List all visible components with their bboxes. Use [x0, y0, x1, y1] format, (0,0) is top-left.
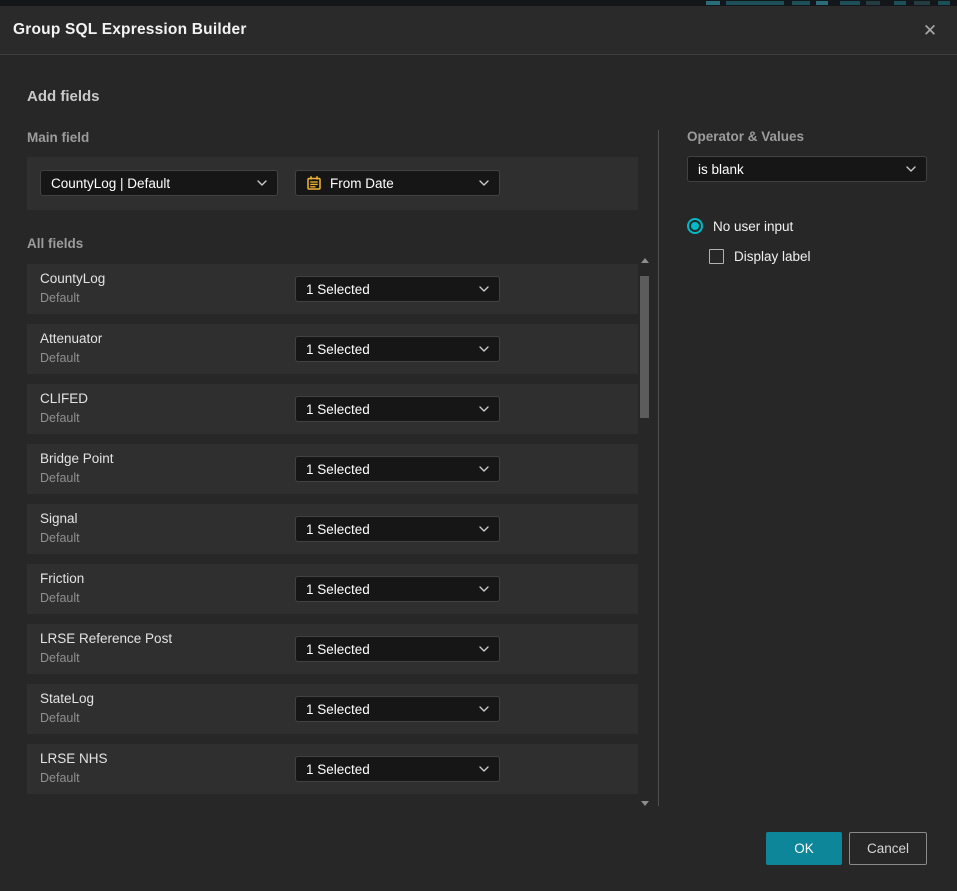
backdrop-fragment [726, 1, 784, 5]
field-row-clifed: CLIFED Default 1 Selected [27, 384, 638, 434]
chevron-down-icon [479, 646, 489, 652]
chevron-down-icon [479, 286, 489, 292]
chevron-down-icon [479, 406, 489, 412]
display-label-text: Display label [734, 249, 811, 264]
main-field-panel: CountyLog | Default From Date [27, 157, 638, 210]
field-selected-dropdown[interactable]: 1 Selected [295, 396, 500, 422]
chevron-down-icon [479, 346, 489, 352]
main-field-source-value: CountyLog | Default [51, 176, 170, 191]
field-selected-dropdown[interactable]: 1 Selected [295, 756, 500, 782]
dialog-title-bar: Group SQL Expression Builder ✕ [0, 6, 957, 55]
backdrop-fragment [792, 1, 810, 5]
field-row-statelog: StateLog Default 1 Selected [27, 684, 638, 734]
field-name: Attenuator [40, 331, 102, 346]
field-selected-value: 1 Selected [306, 342, 370, 357]
chevron-down-icon [906, 166, 916, 172]
field-selected-dropdown[interactable]: 1 Selected [295, 576, 500, 602]
field-selected-value: 1 Selected [306, 282, 370, 297]
field-name: Friction [40, 571, 84, 586]
backdrop-fragment [914, 1, 930, 5]
operator-select[interactable]: is blank [687, 156, 927, 182]
panel-divider [658, 130, 659, 806]
field-name: StateLog [40, 691, 94, 706]
field-name: Signal [40, 511, 78, 526]
field-name: CLIFED [40, 391, 88, 406]
field-selected-value: 1 Selected [306, 402, 370, 417]
field-selected-dropdown[interactable]: 1 Selected [295, 516, 500, 542]
field-row-friction: Friction Default 1 Selected [27, 564, 638, 614]
operator-value: is blank [698, 162, 744, 177]
backdrop-fragment [706, 1, 720, 5]
field-selected-dropdown[interactable]: 1 Selected [295, 456, 500, 482]
field-subtitle: Default [40, 411, 80, 425]
backdrop-fragment [816, 1, 828, 5]
backdrop-fragment [894, 1, 906, 5]
field-selected-dropdown[interactable]: 1 Selected [295, 696, 500, 722]
field-row-attenuator: Attenuator Default 1 Selected [27, 324, 638, 374]
field-name: CountyLog [40, 271, 105, 286]
scroll-down-icon[interactable] [641, 801, 649, 806]
field-row-signal: Signal Default 1 Selected [27, 504, 638, 554]
field-row-countylog: CountyLog Default 1 Selected [27, 264, 638, 314]
chevron-down-icon [479, 766, 489, 772]
backdrop-fragment [840, 1, 860, 5]
scrollbar-thumb[interactable] [640, 276, 649, 418]
radio-selected-icon [687, 218, 703, 234]
field-selected-value: 1 Selected [306, 582, 370, 597]
field-row-lrse-nhs: LRSE NHS Default 1 Selected [27, 744, 638, 794]
backdrop-fragment [866, 1, 880, 5]
chevron-down-icon [257, 180, 267, 186]
field-selected-dropdown[interactable]: 1 Selected [295, 636, 500, 662]
screen: Group SQL Expression Builder ✕ Add field… [0, 0, 957, 891]
field-selected-value: 1 Selected [306, 642, 370, 657]
chevron-down-icon [479, 180, 489, 186]
field-subtitle: Default [40, 711, 80, 725]
field-subtitle: Default [40, 351, 80, 365]
field-row-lrse-reference-post: LRSE Reference Post Default 1 Selected [27, 624, 638, 674]
chevron-down-icon [479, 586, 489, 592]
no-user-input-label: No user input [713, 219, 793, 234]
calendar-icon [306, 175, 322, 191]
chevron-down-icon [479, 526, 489, 532]
close-icon[interactable]: ✕ [920, 20, 940, 40]
field-selected-value: 1 Selected [306, 702, 370, 717]
main-field-label: Main field [27, 130, 89, 145]
main-field-date-select[interactable]: From Date [295, 170, 500, 196]
backdrop-fragment [938, 1, 950, 5]
chevron-down-icon [479, 706, 489, 712]
field-selected-dropdown[interactable]: 1 Selected [295, 336, 500, 362]
field-subtitle: Default [40, 471, 80, 485]
field-selected-value: 1 Selected [306, 522, 370, 537]
field-selected-value: 1 Selected [306, 762, 370, 777]
sql-expression-builder-dialog: Group SQL Expression Builder ✕ Add field… [0, 6, 957, 891]
field-selected-value: 1 Selected [306, 462, 370, 477]
ok-button[interactable]: OK [766, 832, 842, 865]
field-name: Bridge Point [40, 451, 114, 466]
no-user-input-radio[interactable]: No user input [687, 218, 793, 234]
add-fields-heading: Add fields [27, 88, 100, 105]
scroll-up-icon[interactable] [641, 258, 649, 263]
main-field-source-select[interactable]: CountyLog | Default [40, 170, 278, 196]
field-subtitle: Default [40, 291, 80, 305]
display-label-checkbox[interactable]: Display label [709, 249, 811, 264]
all-fields-label: All fields [27, 236, 83, 251]
field-subtitle: Default [40, 591, 80, 605]
checkbox-unchecked-icon [709, 249, 724, 264]
field-subtitle: Default [40, 531, 80, 545]
field-row-bridge-point: Bridge Point Default 1 Selected [27, 444, 638, 494]
field-name: LRSE Reference Post [40, 631, 172, 646]
field-subtitle: Default [40, 651, 80, 665]
dialog-title: Group SQL Expression Builder [13, 21, 247, 39]
chevron-down-icon [479, 466, 489, 472]
main-field-date-value: From Date [330, 176, 394, 191]
field-name: LRSE NHS [40, 751, 108, 766]
fields-list-scrollbar[interactable] [639, 252, 652, 808]
cancel-button[interactable]: Cancel [849, 832, 927, 865]
field-subtitle: Default [40, 771, 80, 785]
field-selected-dropdown[interactable]: 1 Selected [295, 276, 500, 302]
operator-values-heading: Operator & Values [687, 129, 804, 144]
